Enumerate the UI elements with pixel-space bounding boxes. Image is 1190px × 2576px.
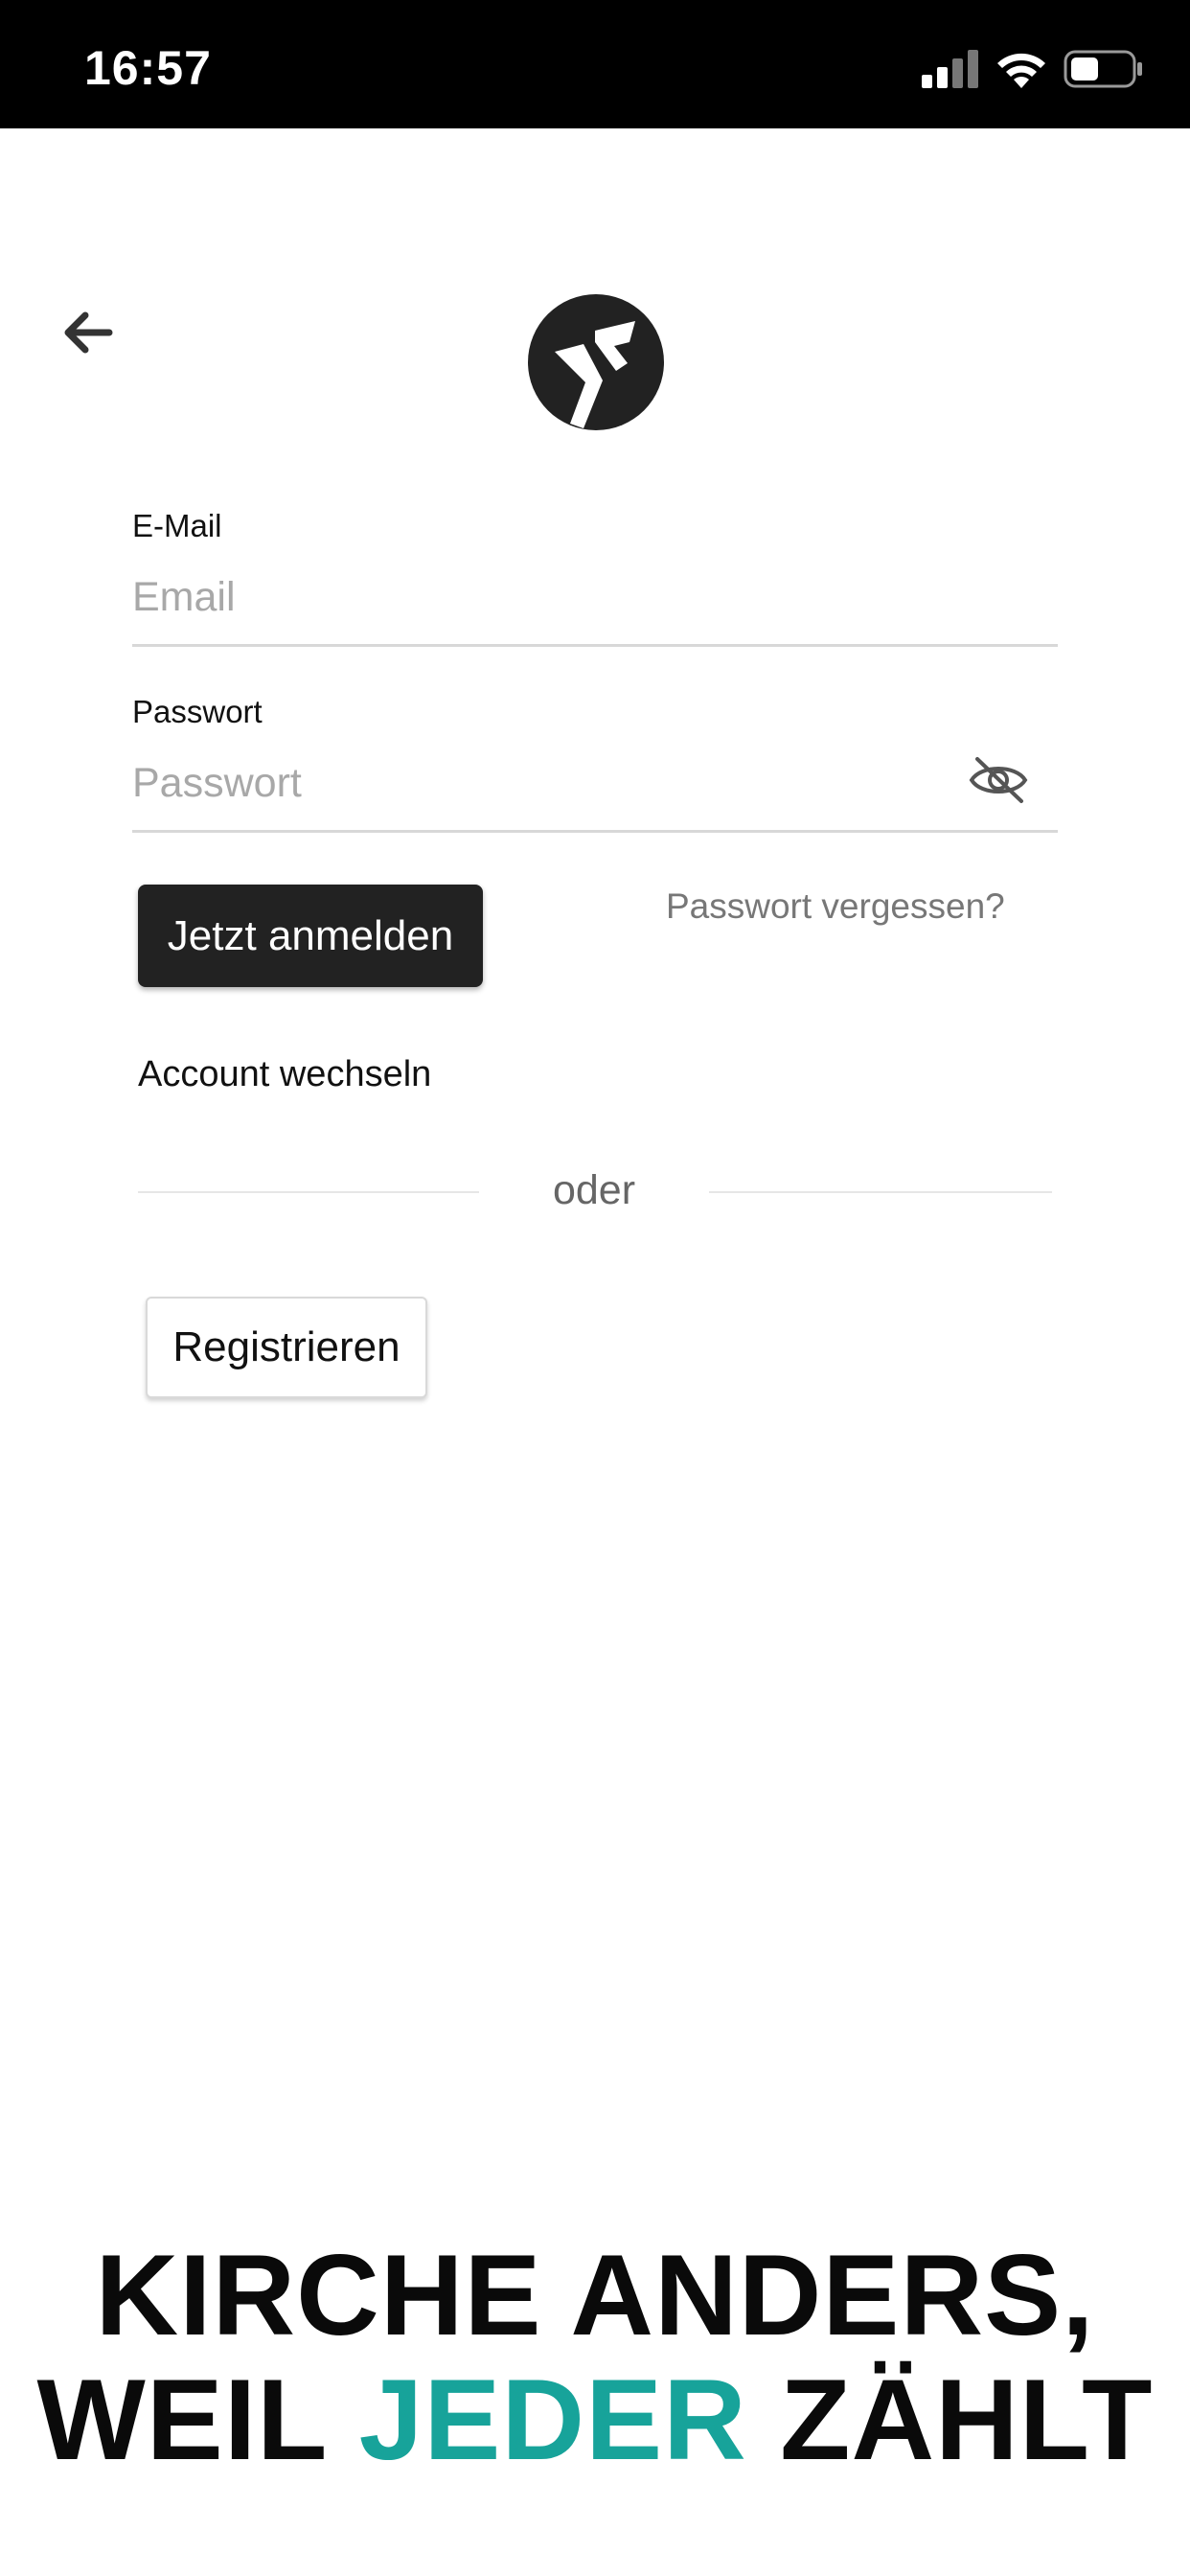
switch-account-link[interactable]: Account wechseln	[138, 1054, 431, 1095]
status-bar: 16:57	[0, 0, 1190, 128]
register-button[interactable]: Registrieren	[146, 1297, 427, 1398]
password-underline	[132, 830, 1058, 833]
email-input[interactable]	[132, 567, 1058, 627]
slogan-line-1: KIRCHE ANDERS,	[95, 2231, 1095, 2359]
wifi-icon	[997, 53, 1045, 88]
divider-line-right	[709, 1191, 1052, 1193]
app-logo-icon	[528, 294, 664, 430]
login-button[interactable]: Jetzt anmelden	[138, 885, 483, 987]
battery-icon	[1064, 50, 1142, 88]
app-logo	[528, 294, 664, 430]
status-time: 16:57	[84, 41, 212, 95]
email-label: E-Mail	[132, 508, 222, 543]
slogan-accent-word: JEDER	[358, 2356, 747, 2484]
toggle-password-visibility-button[interactable]	[968, 753, 1029, 807]
login-screen: 16:57 E-Mail Email Passwort Jetzt anmeld…	[0, 0, 1190, 2576]
slogan: KIRCHE ANDERS, WEIL JEDER ZÄHLT	[0, 2233, 1190, 2482]
back-button[interactable]	[59, 305, 115, 360]
slogan-line-2-start: WEIL	[36, 2356, 359, 2484]
divider-line-left	[138, 1191, 479, 1193]
email-underline	[132, 644, 1058, 647]
cellular-signal-icon	[922, 50, 978, 88]
slogan-line-2-end: ZÄHLT	[746, 2356, 1154, 2484]
forgot-password-link[interactable]: Passwort vergessen?	[666, 886, 1005, 927]
eye-slash-icon	[969, 757, 1028, 803]
password-label: Passwort	[132, 694, 263, 729]
divider-text: oder	[552, 1167, 636, 1213]
password-input[interactable]	[132, 753, 956, 813]
back-arrow-icon	[64, 311, 113, 354]
slogan-line-2: WEIL JEDER ZÄHLT	[0, 2358, 1190, 2482]
